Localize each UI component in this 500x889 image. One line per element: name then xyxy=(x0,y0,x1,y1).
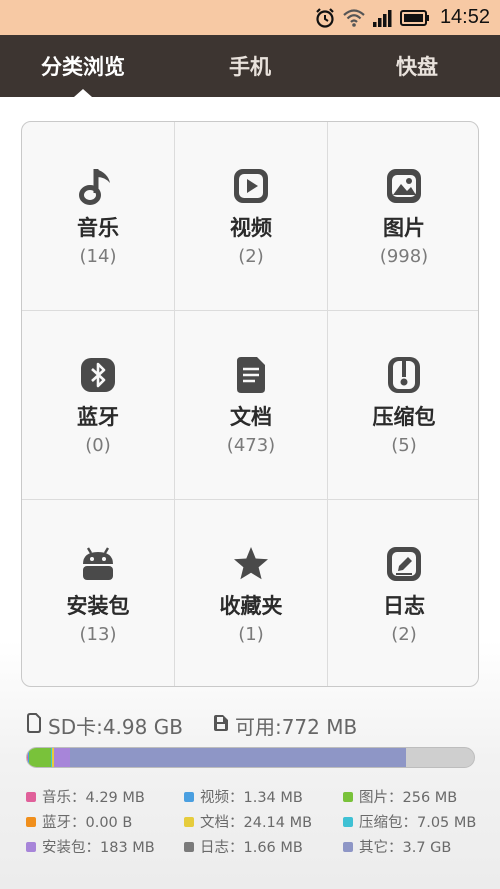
legend-swatch xyxy=(26,791,36,802)
legend-item: 其它：3.7 GB xyxy=(343,836,451,857)
legend-item: 文档：24.14 MB xyxy=(184,811,312,832)
legend-label: 日志：1.66 MB xyxy=(200,840,303,856)
tab-bar: 分类浏览 手机 快盘 xyxy=(0,35,500,97)
legend-swatch xyxy=(184,816,194,827)
wifi-icon xyxy=(342,8,366,28)
category-bluetooth[interactable]: 蓝牙 (0) xyxy=(22,311,174,499)
sd-card-free-icon xyxy=(213,713,229,737)
legend-swatch xyxy=(184,841,194,852)
tab-kuaipan[interactable]: 快盘 xyxy=(334,35,500,97)
category-video[interactable]: 视频 (2) xyxy=(175,122,327,310)
document-icon xyxy=(231,355,271,395)
category-grid: 音乐 (14) 视频 (2) 图片 (998) 蓝牙 (0) 文档 (473) … xyxy=(21,121,479,687)
bluetooth-icon xyxy=(78,355,118,395)
star-icon xyxy=(231,544,271,584)
legend-swatch xyxy=(343,791,353,802)
legend-label: 蓝牙：0.00 B xyxy=(42,815,133,831)
legend-swatch xyxy=(343,841,353,852)
usage-segment xyxy=(28,748,52,767)
legend-item: 压缩包：7.05 MB xyxy=(343,811,476,832)
legend-item: 日志：1.66 MB xyxy=(184,836,303,857)
usage-segment xyxy=(69,748,406,767)
log-edit-icon xyxy=(384,544,424,584)
legend-label: 文档：24.14 MB xyxy=(200,815,313,831)
sd-card-available: 可用:772 MB xyxy=(234,714,358,739)
clock-time: 14:52 xyxy=(439,6,490,28)
category-log[interactable]: 日志 (2) xyxy=(328,500,478,686)
active-tab-indicator xyxy=(74,89,92,97)
storage-usage-bar xyxy=(26,747,475,768)
category-archive[interactable]: 压缩包 (5) xyxy=(328,311,478,499)
legend-label: 音乐：4.29 MB xyxy=(42,790,145,806)
legend-item: 视频：1.34 MB xyxy=(184,786,303,807)
tab-category-browse[interactable]: 分类浏览 xyxy=(0,35,166,97)
legend-swatch xyxy=(26,841,36,852)
legend-label: 其它：3.7 GB xyxy=(359,840,452,856)
sd-card-total: SD卡:4.98 GB xyxy=(48,714,183,739)
legend-swatch xyxy=(343,816,353,827)
storage-summary: SD卡:4.98 GB 可用:772 MB xyxy=(26,710,357,740)
legend-swatch xyxy=(184,791,194,802)
video-play-icon xyxy=(231,166,271,206)
tab-phone[interactable]: 手机 xyxy=(167,35,333,97)
category-favorites[interactable]: 收藏夹 (1) xyxy=(175,500,327,686)
category-music[interactable]: 音乐 (14) xyxy=(22,122,174,310)
legend-item: 图片：256 MB xyxy=(343,786,457,807)
category-image[interactable]: 图片 (998) xyxy=(328,122,478,310)
signal-icon xyxy=(372,8,394,28)
legend-swatch xyxy=(26,816,36,827)
category-apk[interactable]: 安装包 (13) xyxy=(22,500,174,686)
category-document[interactable]: 文档 (473) xyxy=(175,311,327,499)
usage-segment xyxy=(53,748,70,767)
legend-item: 蓝牙：0.00 B xyxy=(26,811,132,832)
legend-item: 音乐：4.29 MB xyxy=(26,786,145,807)
image-icon xyxy=(384,166,424,206)
android-icon xyxy=(78,544,118,584)
sd-card-icon xyxy=(26,712,42,738)
archive-icon xyxy=(384,355,424,395)
alarm-clock-icon xyxy=(314,7,336,29)
legend-label: 压缩包：7.05 MB xyxy=(359,815,477,831)
battery-icon xyxy=(399,9,430,27)
legend-label: 图片：256 MB xyxy=(359,790,458,806)
legend-label: 视频：1.34 MB xyxy=(200,790,303,806)
legend-label: 安装包：183 MB xyxy=(42,840,155,856)
status-bar: 14:52 xyxy=(0,0,500,35)
music-note-icon xyxy=(78,166,118,206)
legend-item: 安装包：183 MB xyxy=(26,836,155,857)
